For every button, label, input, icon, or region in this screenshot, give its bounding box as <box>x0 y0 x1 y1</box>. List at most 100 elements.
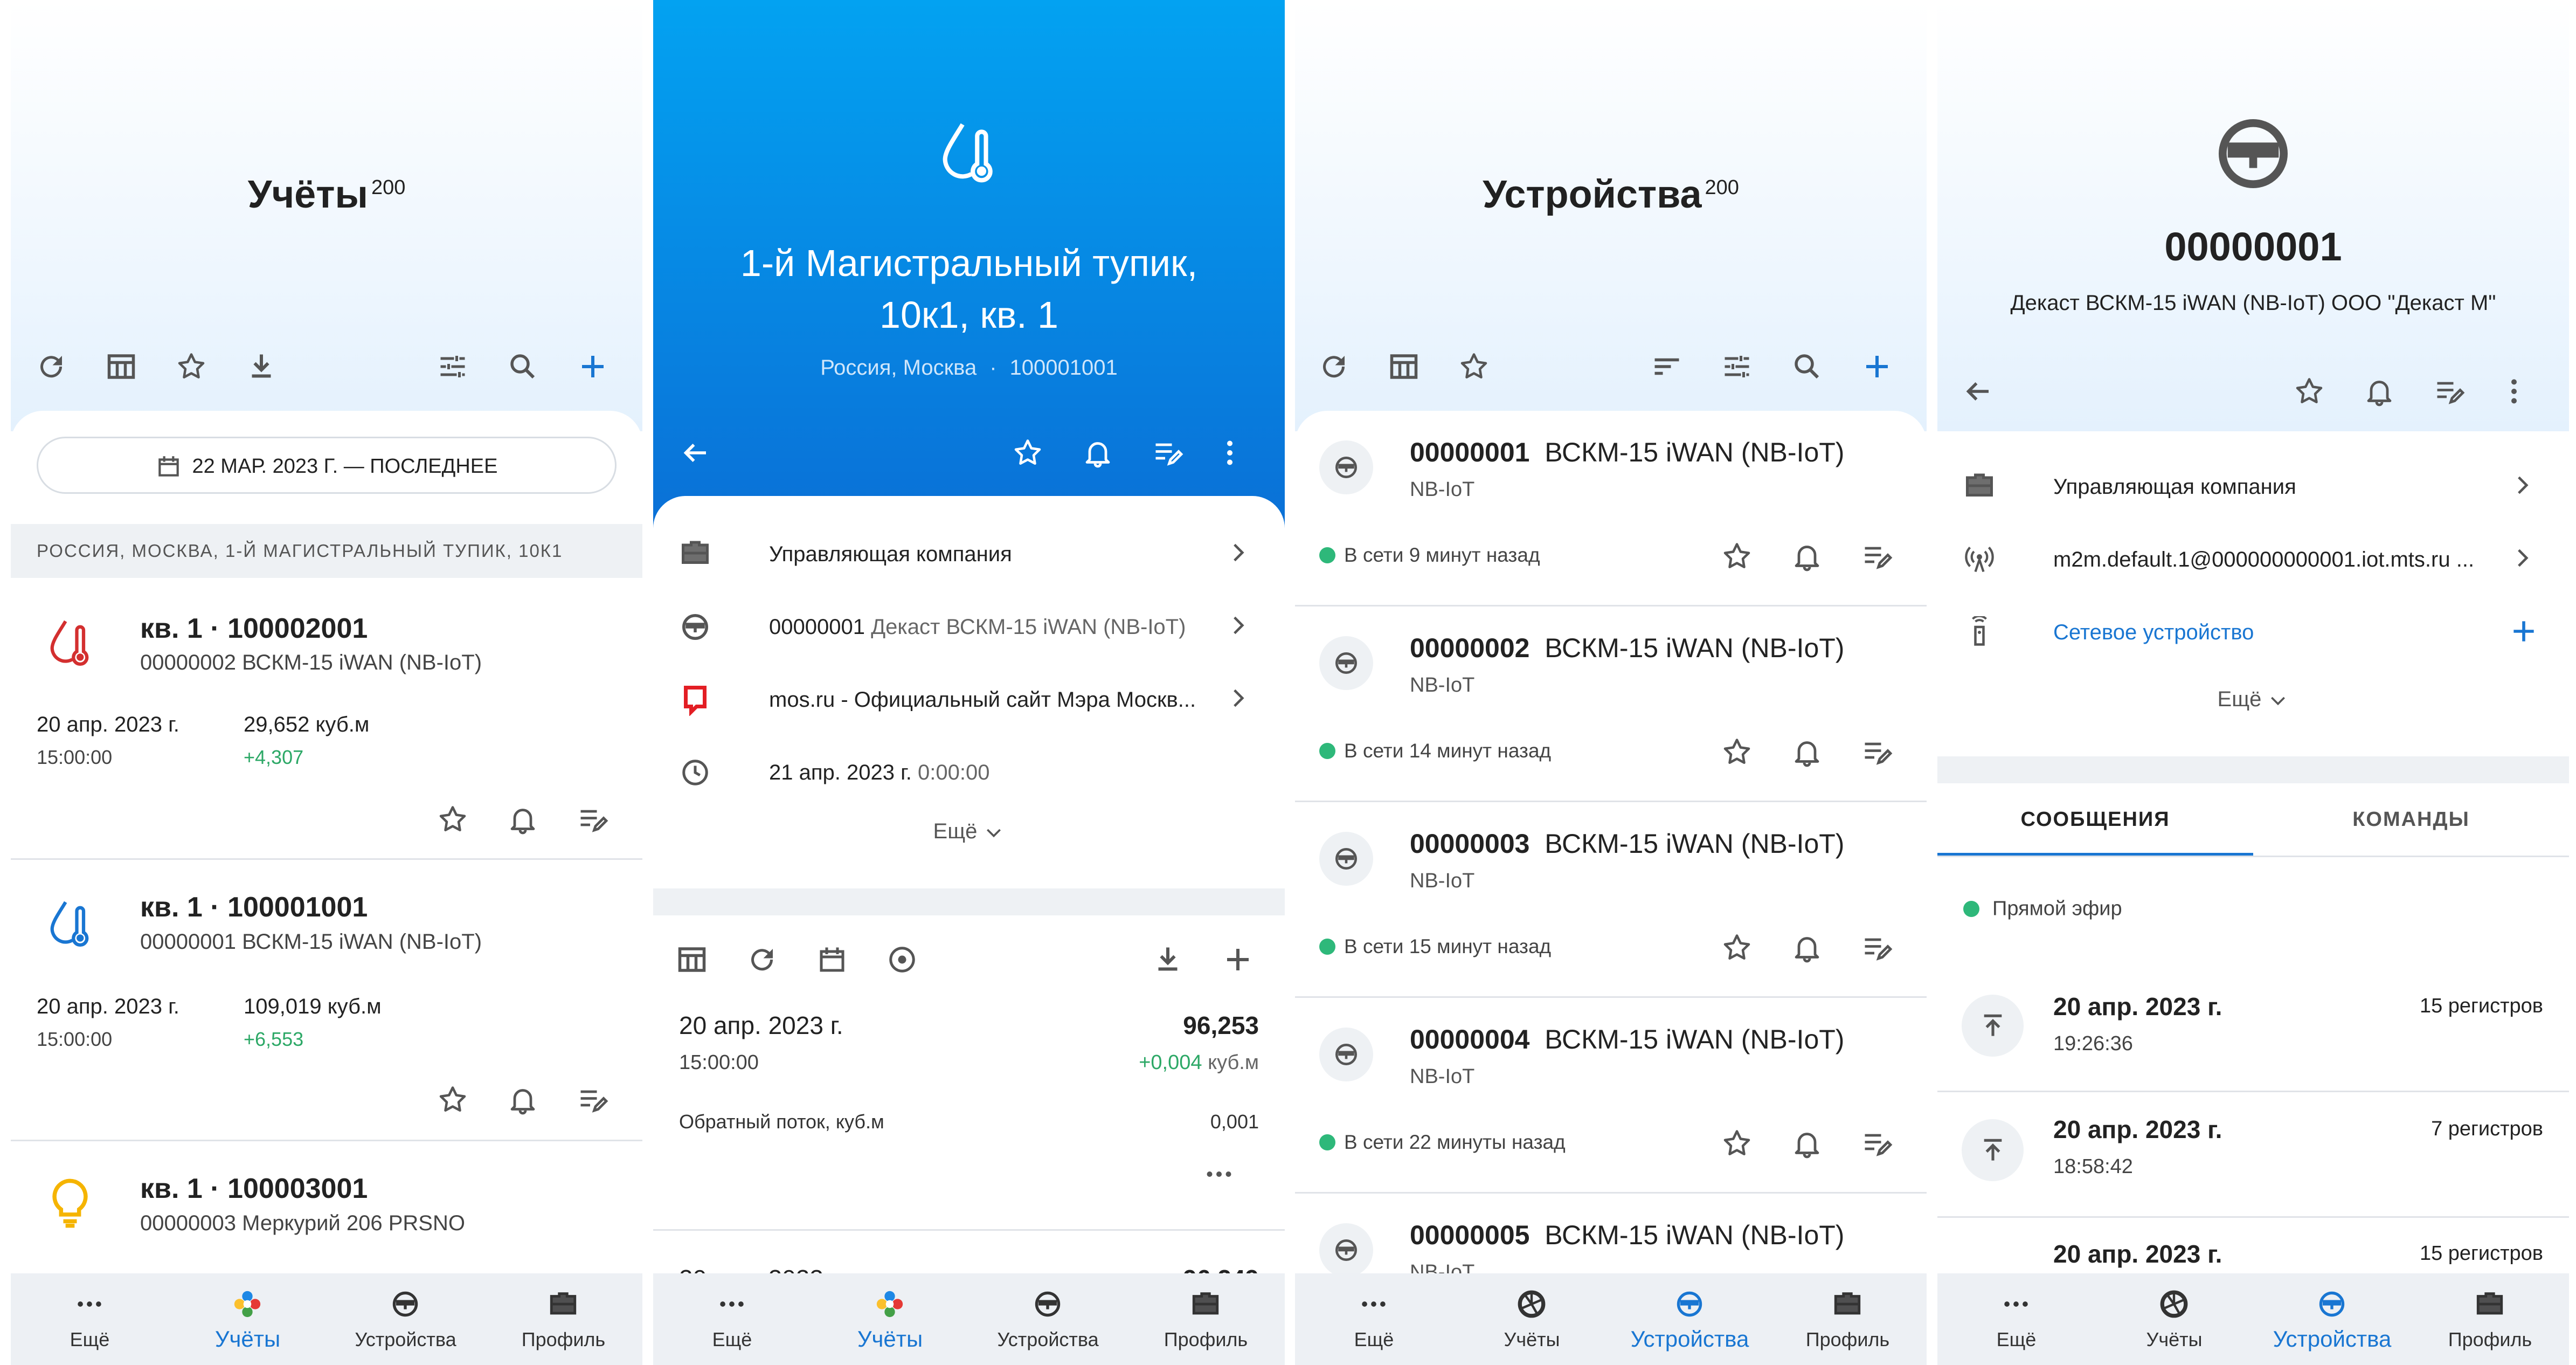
nav-accounts[interactable]: Учёты <box>1453 1273 1611 1365</box>
list-item[interactable]: 20 апр. 2023 г. 18:58:42 7 регистров <box>1937 1092 2569 1216</box>
list-item[interactable]: 00000001 ВСКМ-15 iWAN (NB-IoT) NB-IoT В … <box>1295 411 1927 605</box>
bottom-nav: Ещё Учёты Устройства Профиль <box>1295 1273 1927 1365</box>
search-icon[interactable] <box>507 350 539 383</box>
star-icon[interactable] <box>175 350 207 383</box>
tab-commands[interactable]: КОМАНДЫ <box>2253 783 2569 856</box>
nav-accounts[interactable]: Учёты <box>169 1273 327 1365</box>
accounts-screen: Учёты 200 22 МАР. 2023 Г. — ПОСЛЕДНЕЕ РОС… <box>11 0 642 1365</box>
back-icon[interactable] <box>1962 375 1994 408</box>
star-icon[interactable] <box>1721 736 1753 768</box>
download-icon[interactable] <box>245 350 278 383</box>
refresh-icon[interactable] <box>746 943 778 976</box>
tune-icon[interactable] <box>437 350 469 383</box>
record-icon[interactable] <box>886 943 918 976</box>
more-vert-icon[interactable] <box>1214 437 1246 469</box>
nav-profile[interactable]: Профиль <box>1769 1273 1927 1365</box>
row-network-device[interactable]: Сетевое устройство <box>1937 596 2569 668</box>
add-icon[interactable] <box>1222 943 1254 976</box>
bell-icon[interactable] <box>507 803 539 836</box>
row-device[interactable]: 00000001 Декаст ВСКМ-15 iWAN (NB-IoT) <box>653 590 1285 663</box>
table-icon[interactable] <box>1388 350 1420 383</box>
bell-icon[interactable] <box>507 1084 539 1116</box>
sort-icon[interactable] <box>1651 350 1683 383</box>
tab-messages[interactable]: СООБЩЕНИЯ <box>1937 783 2253 856</box>
star-icon[interactable] <box>1721 540 1753 573</box>
nav-profile[interactable]: Профиль <box>2411 1273 2569 1365</box>
reading-delta: +0,004 <box>1139 1051 1202 1074</box>
star-icon[interactable] <box>2293 375 2325 408</box>
more-button[interactable]: Ещё <box>653 819 1285 844</box>
list-item[interactable]: 20 апр. 2023 г. 15 регистров <box>1937 1218 2569 1277</box>
nav-more[interactable]: Ещё <box>1937 1273 2095 1365</box>
more-button[interactable]: Ещё <box>1937 687 2569 712</box>
list-item[interactable]: 00000002 ВСКМ-15 iWAN (NB-IoT) NB-IoT В … <box>1295 606 1927 801</box>
row-management-company[interactable]: Управляющая компания <box>653 518 1285 590</box>
row-management-company[interactable]: Управляющая компания <box>1937 450 2569 523</box>
edit-list-icon[interactable] <box>1861 736 1893 768</box>
row-network-address[interactable]: m2m.default.1@000000000001.iot.mts.ru ..… <box>1937 523 2569 596</box>
readings-toolbar <box>653 933 1285 987</box>
bottom-nav: Ещё Учёты Устройства Профиль <box>653 1273 1285 1365</box>
device-list: 00000001 ВСКМ-15 iWAN (NB-IoT) NB-IoT В … <box>1295 411 1927 1284</box>
edit-list-icon[interactable] <box>1861 1127 1893 1160</box>
live-status[interactable]: Прямой эфир <box>1963 897 2122 920</box>
page-title: Учёты 200 <box>247 173 406 216</box>
search-icon[interactable] <box>1791 350 1823 383</box>
more-horiz-icon[interactable] <box>1203 1158 1235 1190</box>
star-icon[interactable] <box>1458 350 1490 383</box>
date-filter-button[interactable]: 22 МАР. 2023 Г. — ПОСЛЕДНЕЕ <box>37 437 617 494</box>
edit-list-icon[interactable] <box>1152 437 1184 469</box>
nav-devices[interactable]: Устройства <box>1611 1273 1769 1365</box>
bell-icon[interactable] <box>2363 375 2395 408</box>
download-icon[interactable] <box>1152 943 1184 976</box>
refresh-icon[interactable] <box>1318 350 1350 383</box>
calendar-icon[interactable] <box>816 943 848 976</box>
reading-value: 109,019 куб.м <box>244 995 382 1018</box>
refresh-icon[interactable] <box>35 350 67 383</box>
reading-time: 15:00:00 <box>37 1028 113 1050</box>
star-icon[interactable] <box>1721 932 1753 964</box>
add-icon[interactable] <box>2509 616 2539 646</box>
nav-profile[interactable]: Профиль <box>484 1273 642 1365</box>
briefcase-icon <box>1832 1288 1863 1320</box>
nav-more[interactable]: Ещё <box>653 1273 811 1365</box>
nav-profile[interactable]: Профиль <box>1127 1273 1285 1365</box>
more-vert-icon[interactable] <box>2498 375 2530 408</box>
add-icon[interactable] <box>577 350 609 383</box>
star-icon[interactable] <box>1012 437 1044 469</box>
nav-accounts[interactable]: Учёты <box>811 1273 969 1365</box>
list-item[interactable]: 00000004 ВСКМ-15 iWAN (NB-IoT) NB-IoT В … <box>1295 998 1927 1192</box>
bell-icon[interactable] <box>1791 1127 1823 1160</box>
nav-devices[interactable]: Устройства <box>2253 1273 2411 1365</box>
list-item[interactable]: кв. 1 · 100002001 00000002 ВСКМ-15 iWAN … <box>11 578 642 858</box>
nav-devices[interactable]: Устройства <box>969 1273 1127 1365</box>
edit-list-icon[interactable] <box>577 803 609 836</box>
bell-icon[interactable] <box>1791 736 1823 768</box>
nav-devices[interactable]: Устройства <box>327 1273 484 1365</box>
star-icon[interactable] <box>437 1084 469 1116</box>
star-icon[interactable] <box>437 803 469 836</box>
bell-icon[interactable] <box>1082 437 1114 469</box>
nav-more[interactable]: Ещё <box>11 1273 169 1365</box>
reading-date: 20 апр. 2023 г. <box>37 713 179 736</box>
edit-list-icon[interactable] <box>2433 375 2466 408</box>
electricity-icon <box>43 1171 97 1236</box>
tune-icon[interactable] <box>1721 350 1753 383</box>
edit-list-icon[interactable] <box>1861 540 1893 573</box>
back-icon[interactable] <box>679 437 711 469</box>
bell-icon[interactable] <box>1791 932 1823 964</box>
star-icon[interactable] <box>1721 1127 1753 1160</box>
meter-icon <box>1333 845 1360 872</box>
nav-more[interactable]: Ещё <box>1295 1273 1453 1365</box>
nav-accounts[interactable]: Учёты <box>2095 1273 2253 1365</box>
table-icon[interactable] <box>676 943 708 976</box>
bell-icon[interactable] <box>1791 540 1823 573</box>
list-item[interactable]: 20 апр. 2023 г. 19:26:36 15 регистров <box>1937 968 2569 1092</box>
add-icon[interactable] <box>1861 350 1893 383</box>
row-mosru-link[interactable]: mos.ru - Официальный сайт Мэра Москв... <box>653 663 1285 736</box>
list-item[interactable]: 00000003 ВСКМ-15 iWAN (NB-IoT) NB-IoT В … <box>1295 802 1927 996</box>
edit-list-icon[interactable] <box>1861 932 1893 964</box>
list-item[interactable]: кв. 1 · 100001001 00000001 ВСКМ-15 iWAN … <box>11 860 642 1140</box>
edit-list-icon[interactable] <box>577 1084 609 1116</box>
table-icon[interactable] <box>105 350 137 383</box>
